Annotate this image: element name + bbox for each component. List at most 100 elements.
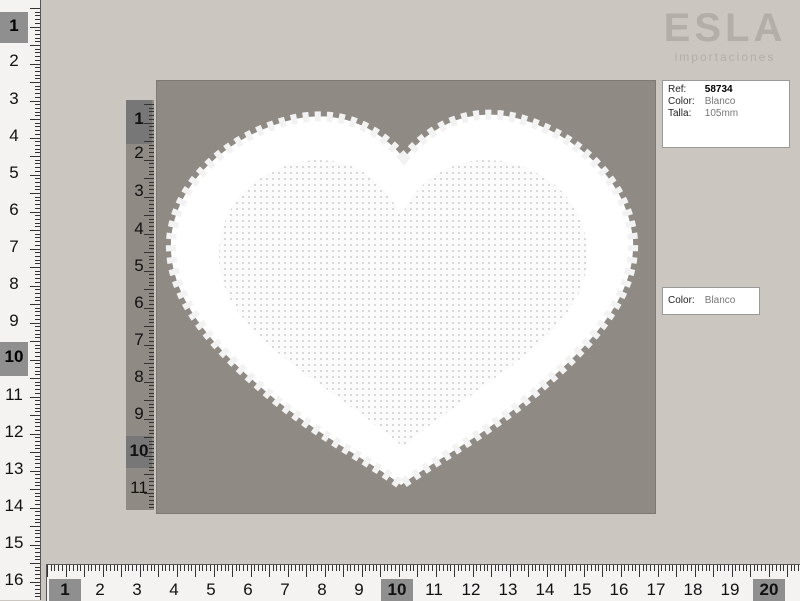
ruler-tick <box>35 70 40 72</box>
ruler-tick <box>602 565 603 577</box>
ruler-tick <box>149 263 154 265</box>
ruler-tick <box>149 303 154 305</box>
ruler-tick <box>35 559 40 561</box>
ruler-tick <box>720 565 722 571</box>
ruler-tick <box>165 565 167 571</box>
ruler-tick <box>468 565 470 571</box>
ruler-tick <box>35 133 40 135</box>
ruler-tick <box>35 292 40 294</box>
ruler-tick <box>442 565 444 571</box>
ruler-tick <box>542 565 544 571</box>
ruler-tick <box>149 244 154 246</box>
ruler-tick <box>35 233 40 235</box>
ruler-tick <box>30 248 40 250</box>
ruler-tick <box>149 189 154 191</box>
ruler-tick <box>149 448 154 450</box>
size-value: 105mm <box>704 108 739 119</box>
ruler-tick <box>30 526 40 527</box>
ruler-tick <box>753 565 755 571</box>
ruler-tick <box>354 565 356 571</box>
ruler-tick <box>149 277 154 279</box>
ruler-tick <box>35 226 40 228</box>
ruler-tick <box>149 166 154 168</box>
left-ruler-label: 3 <box>9 89 19 108</box>
ruler-tick <box>87 565 89 571</box>
bottom-ruler-label: 3 <box>132 580 142 599</box>
ruler-tick <box>35 289 40 291</box>
ruler-tick <box>144 196 154 198</box>
ruler-tick <box>113 565 115 571</box>
ruler-tick <box>149 411 154 413</box>
ruler-tick <box>735 565 737 571</box>
ruler-tick <box>35 141 40 143</box>
left-ruler-label: 13 <box>4 459 24 478</box>
ruler-tick <box>35 592 40 594</box>
ruler-tick <box>35 311 40 313</box>
ruler-tick <box>149 488 154 490</box>
ruler-tick <box>461 565 463 571</box>
ruler-tick <box>149 422 154 424</box>
ruler-tick <box>149 429 154 431</box>
ruler-tick <box>149 118 154 120</box>
ruler-tick <box>35 514 40 516</box>
ruler-tick <box>280 565 282 571</box>
ruler-tick <box>239 565 241 571</box>
ruler-tick <box>661 565 663 571</box>
ruler-tick <box>30 489 40 490</box>
ruler-tick <box>235 565 237 571</box>
ruler-tick <box>139 565 141 577</box>
left-ruler-label: 5 <box>9 163 19 182</box>
bottom-ruler: 1 2 3 4 5 6 7 8 9 10 11 12 13 14 15 16 1… <box>46 564 800 601</box>
color-label: Color: <box>668 295 695 306</box>
ruler-tick <box>35 104 40 106</box>
left-ruler-label: 16 <box>4 570 24 589</box>
ruler-tick <box>261 565 263 571</box>
ruler-tick <box>35 352 40 354</box>
bottom-ruler-label: 9 <box>354 580 364 599</box>
bottom-ruler-label: 5 <box>206 580 216 599</box>
ruler-tick <box>35 196 40 198</box>
ruler-tick <box>35 422 40 424</box>
ruler-tick <box>294 565 296 571</box>
ruler-tick <box>144 363 154 364</box>
ruler-tick <box>509 565 511 577</box>
ruler-tick <box>132 565 134 571</box>
ruler-tick <box>746 565 748 571</box>
bottom-ruler-label: 2 <box>95 580 105 599</box>
ruler-tick <box>149 137 154 139</box>
ruler-tick <box>483 565 485 571</box>
ruler-tick <box>149 281 154 283</box>
ruler-tick <box>149 192 154 194</box>
ruler-tick <box>35 130 40 132</box>
ruler-tick <box>35 463 40 465</box>
ruler-tick <box>520 565 522 571</box>
ruler-tick <box>35 551 40 553</box>
ruler-tick <box>35 500 40 502</box>
ruler-tick <box>128 565 130 571</box>
left-ruler-label: 12 <box>4 422 24 441</box>
ruler-tick <box>291 565 293 571</box>
size-row: Talla: 105mm <box>668 108 784 120</box>
ruler-tick <box>35 459 40 461</box>
ruler-tick <box>30 341 40 342</box>
ruler-tick <box>191 565 193 571</box>
ruler-tick <box>149 388 154 390</box>
ruler-tick <box>798 565 800 571</box>
ruler-tick <box>30 267 40 268</box>
ruler-tick <box>220 565 222 571</box>
ruler-tick <box>35 178 40 180</box>
ruler-tick <box>405 565 407 571</box>
left-ruler-label: 1 <box>0 12 28 43</box>
ruler-tick <box>35 548 40 550</box>
ruler-tick <box>206 565 208 571</box>
ruler-tick <box>420 565 422 571</box>
ruler-tick <box>35 492 40 494</box>
ruler-tick <box>35 585 40 587</box>
ruler-tick <box>195 565 196 577</box>
ruler-tick <box>149 314 154 316</box>
ruler-tick <box>144 122 154 124</box>
ruler-tick <box>727 565 729 571</box>
left-ruler-label: 10 <box>0 342 28 376</box>
ruler-tick <box>361 565 363 577</box>
ruler-tick <box>516 565 518 571</box>
